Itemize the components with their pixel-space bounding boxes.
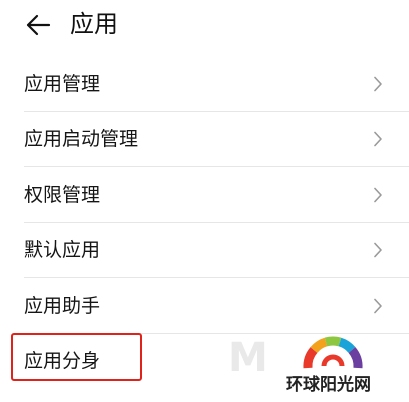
menu-item-app-management[interactable]: 应用管理	[0, 56, 409, 112]
menu-item-app-launch-management[interactable]: 应用启动管理	[0, 112, 409, 167]
menu-item-label: 应用分身	[24, 350, 101, 373]
chevron-right-icon	[374, 131, 382, 147]
menu-item-label: 应用助手	[24, 294, 101, 317]
chevron-right-icon	[374, 187, 382, 203]
menu-item-default-apps[interactable]: 默认应用	[0, 223, 409, 278]
menu-item-label: 默认应用	[24, 239, 101, 262]
chevron-right-icon	[374, 298, 382, 314]
page-title: 应用	[70, 10, 118, 38]
menu-item-app-assistant[interactable]: 应用助手	[0, 278, 409, 334]
menu-item-permission-management[interactable]: 权限管理	[0, 167, 409, 223]
menu-item-label: 权限管理	[24, 183, 101, 206]
menu-item-label: 应用管理	[24, 72, 101, 95]
watermark-logo	[303, 336, 363, 369]
header-bar: 应用	[0, 0, 409, 52]
menu-item-label: 应用启动管理	[24, 128, 139, 151]
watermark-mark: M	[228, 335, 268, 381]
chevron-right-icon	[374, 76, 382, 92]
arrow-left-icon	[26, 14, 51, 36]
settings-page: 应用 应用管理 应用启动管理 权限管理 默认应用 应用助手 应用分身 M 环球阳…	[0, 0, 409, 402]
chevron-right-icon	[374, 242, 382, 258]
watermark-text: 环球阳光网	[286, 375, 371, 395]
back-button[interactable]	[22, 10, 54, 40]
